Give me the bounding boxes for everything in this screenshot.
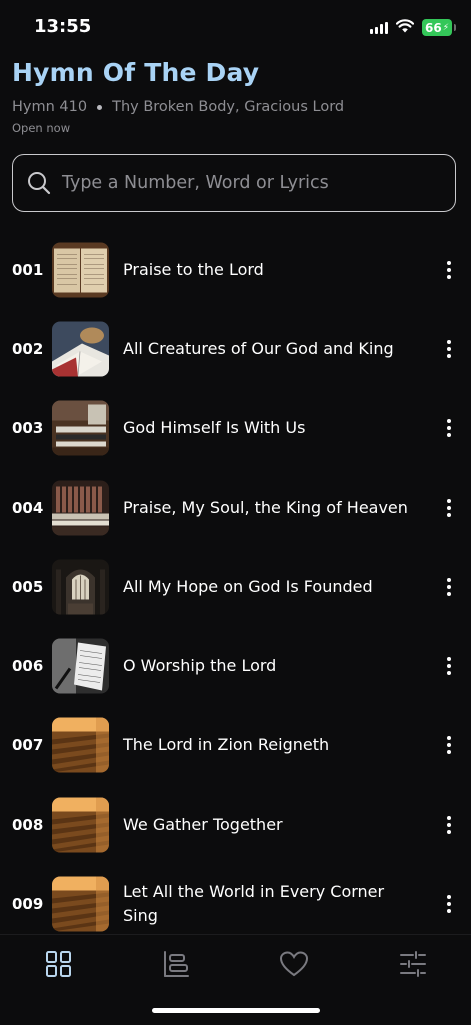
hymn-row[interactable]: 008 We Gather Together xyxy=(0,785,471,864)
more-options-icon[interactable] xyxy=(447,577,451,596)
open-now-link[interactable]: Open now xyxy=(12,121,70,135)
more-options-icon[interactable] xyxy=(447,419,451,438)
page-title: Hymn Of The Day xyxy=(12,58,260,87)
hymn-number: 002 xyxy=(12,339,44,358)
hymn-number: 004 xyxy=(12,498,44,517)
more-options-icon[interactable] xyxy=(447,815,451,834)
hymn-of-day-number: Hymn 410 xyxy=(12,99,88,115)
hymn-number: 001 xyxy=(12,260,44,279)
more-options-icon[interactable] xyxy=(447,736,451,755)
hymn-thumbnail xyxy=(52,480,109,536)
hymn-row[interactable]: 005 All My Hope on God Is Founded xyxy=(0,547,471,626)
search-input[interactable]: Type a Number, Word or Lyrics xyxy=(12,154,456,212)
wifi-icon xyxy=(396,19,414,33)
grid-icon xyxy=(46,951,71,977)
hymn-title: The Lord in Zion Reigneth xyxy=(123,735,330,755)
hymn-thumbnail xyxy=(52,242,109,298)
separator-dot xyxy=(97,104,103,110)
hymn-thumbnail xyxy=(52,321,109,377)
hymn-number: 003 xyxy=(12,419,44,438)
hymn-number: 006 xyxy=(12,657,44,676)
hymn-number: 009 xyxy=(12,895,44,914)
hymn-number: 007 xyxy=(12,736,44,755)
hymn-row[interactable]: 001 Praise to the Lord xyxy=(0,230,471,309)
hymn-thumbnail xyxy=(52,559,109,615)
hymn-row[interactable]: 006 O Worship the Lord xyxy=(0,626,471,705)
hymn-title: All Creatures of Our God and King xyxy=(123,338,394,358)
hymn-row[interactable]: 009 Let All the World in Every Corner Si… xyxy=(0,864,471,943)
more-options-icon[interactable] xyxy=(447,657,451,676)
hymn-of-day-name: Thy Broken Body, Gracious Lord xyxy=(112,99,345,115)
sliders-icon xyxy=(400,951,426,977)
more-options-icon[interactable] xyxy=(447,895,451,914)
hymn-thumbnail xyxy=(52,400,109,456)
hymn-title: God Himself Is With Us xyxy=(123,418,306,438)
battery-indicator: 66 ⚡ xyxy=(422,19,456,36)
status-time: 13:55 xyxy=(34,16,92,37)
tab-home[interactable] xyxy=(42,949,76,979)
hymn-row[interactable]: 004 Praise, My Soul, the King of Heaven xyxy=(0,468,471,547)
tab-settings[interactable] xyxy=(396,949,430,979)
hymn-title: Praise, My Soul, the King of Heaven xyxy=(123,497,408,517)
heart-icon xyxy=(279,951,309,977)
tab-favorites[interactable] xyxy=(277,949,311,979)
hymn-number: 008 xyxy=(12,815,44,834)
hymn-title: Praise to the Lord xyxy=(123,259,264,279)
tab-categories[interactable] xyxy=(159,949,193,979)
more-options-icon[interactable] xyxy=(447,498,451,517)
search-icon xyxy=(28,172,51,195)
hymn-row[interactable]: 002 All Creatures of Our God and King xyxy=(0,309,471,388)
hymn-thumbnail xyxy=(52,638,109,694)
signal-icon xyxy=(370,22,388,34)
hymn-list: 001 Praise to the Lord 002 All Creatures… xyxy=(0,230,471,944)
hymn-number: 005 xyxy=(12,577,44,596)
hymn-thumbnail xyxy=(52,876,109,932)
hymn-title: All My Hope on God Is Founded xyxy=(123,576,373,596)
hymn-title: We Gather Together xyxy=(123,814,283,834)
hymn-row[interactable]: 003 God Himself Is With Us xyxy=(0,389,471,468)
more-options-icon[interactable] xyxy=(447,339,451,358)
hymn-thumbnail xyxy=(52,797,109,853)
hymn-row[interactable]: 007 The Lord in Zion Reigneth xyxy=(0,706,471,785)
hymn-thumbnail xyxy=(52,717,109,773)
battery-level: 66 xyxy=(424,20,442,35)
search-placeholder: Type a Number, Word or Lyrics xyxy=(62,173,329,193)
home-indicator[interactable] xyxy=(152,1008,320,1013)
hymn-of-day-subtitle[interactable]: Hymn 410 Thy Broken Body, Gracious Lord xyxy=(12,99,344,115)
hymn-title: O Worship the Lord xyxy=(123,656,277,676)
more-options-icon[interactable] xyxy=(447,260,451,279)
status-bar: 13:55 66 ⚡ xyxy=(0,0,471,52)
categories-icon xyxy=(164,951,189,977)
hymn-title: Let All the World in Every Corner Sing xyxy=(123,882,385,926)
